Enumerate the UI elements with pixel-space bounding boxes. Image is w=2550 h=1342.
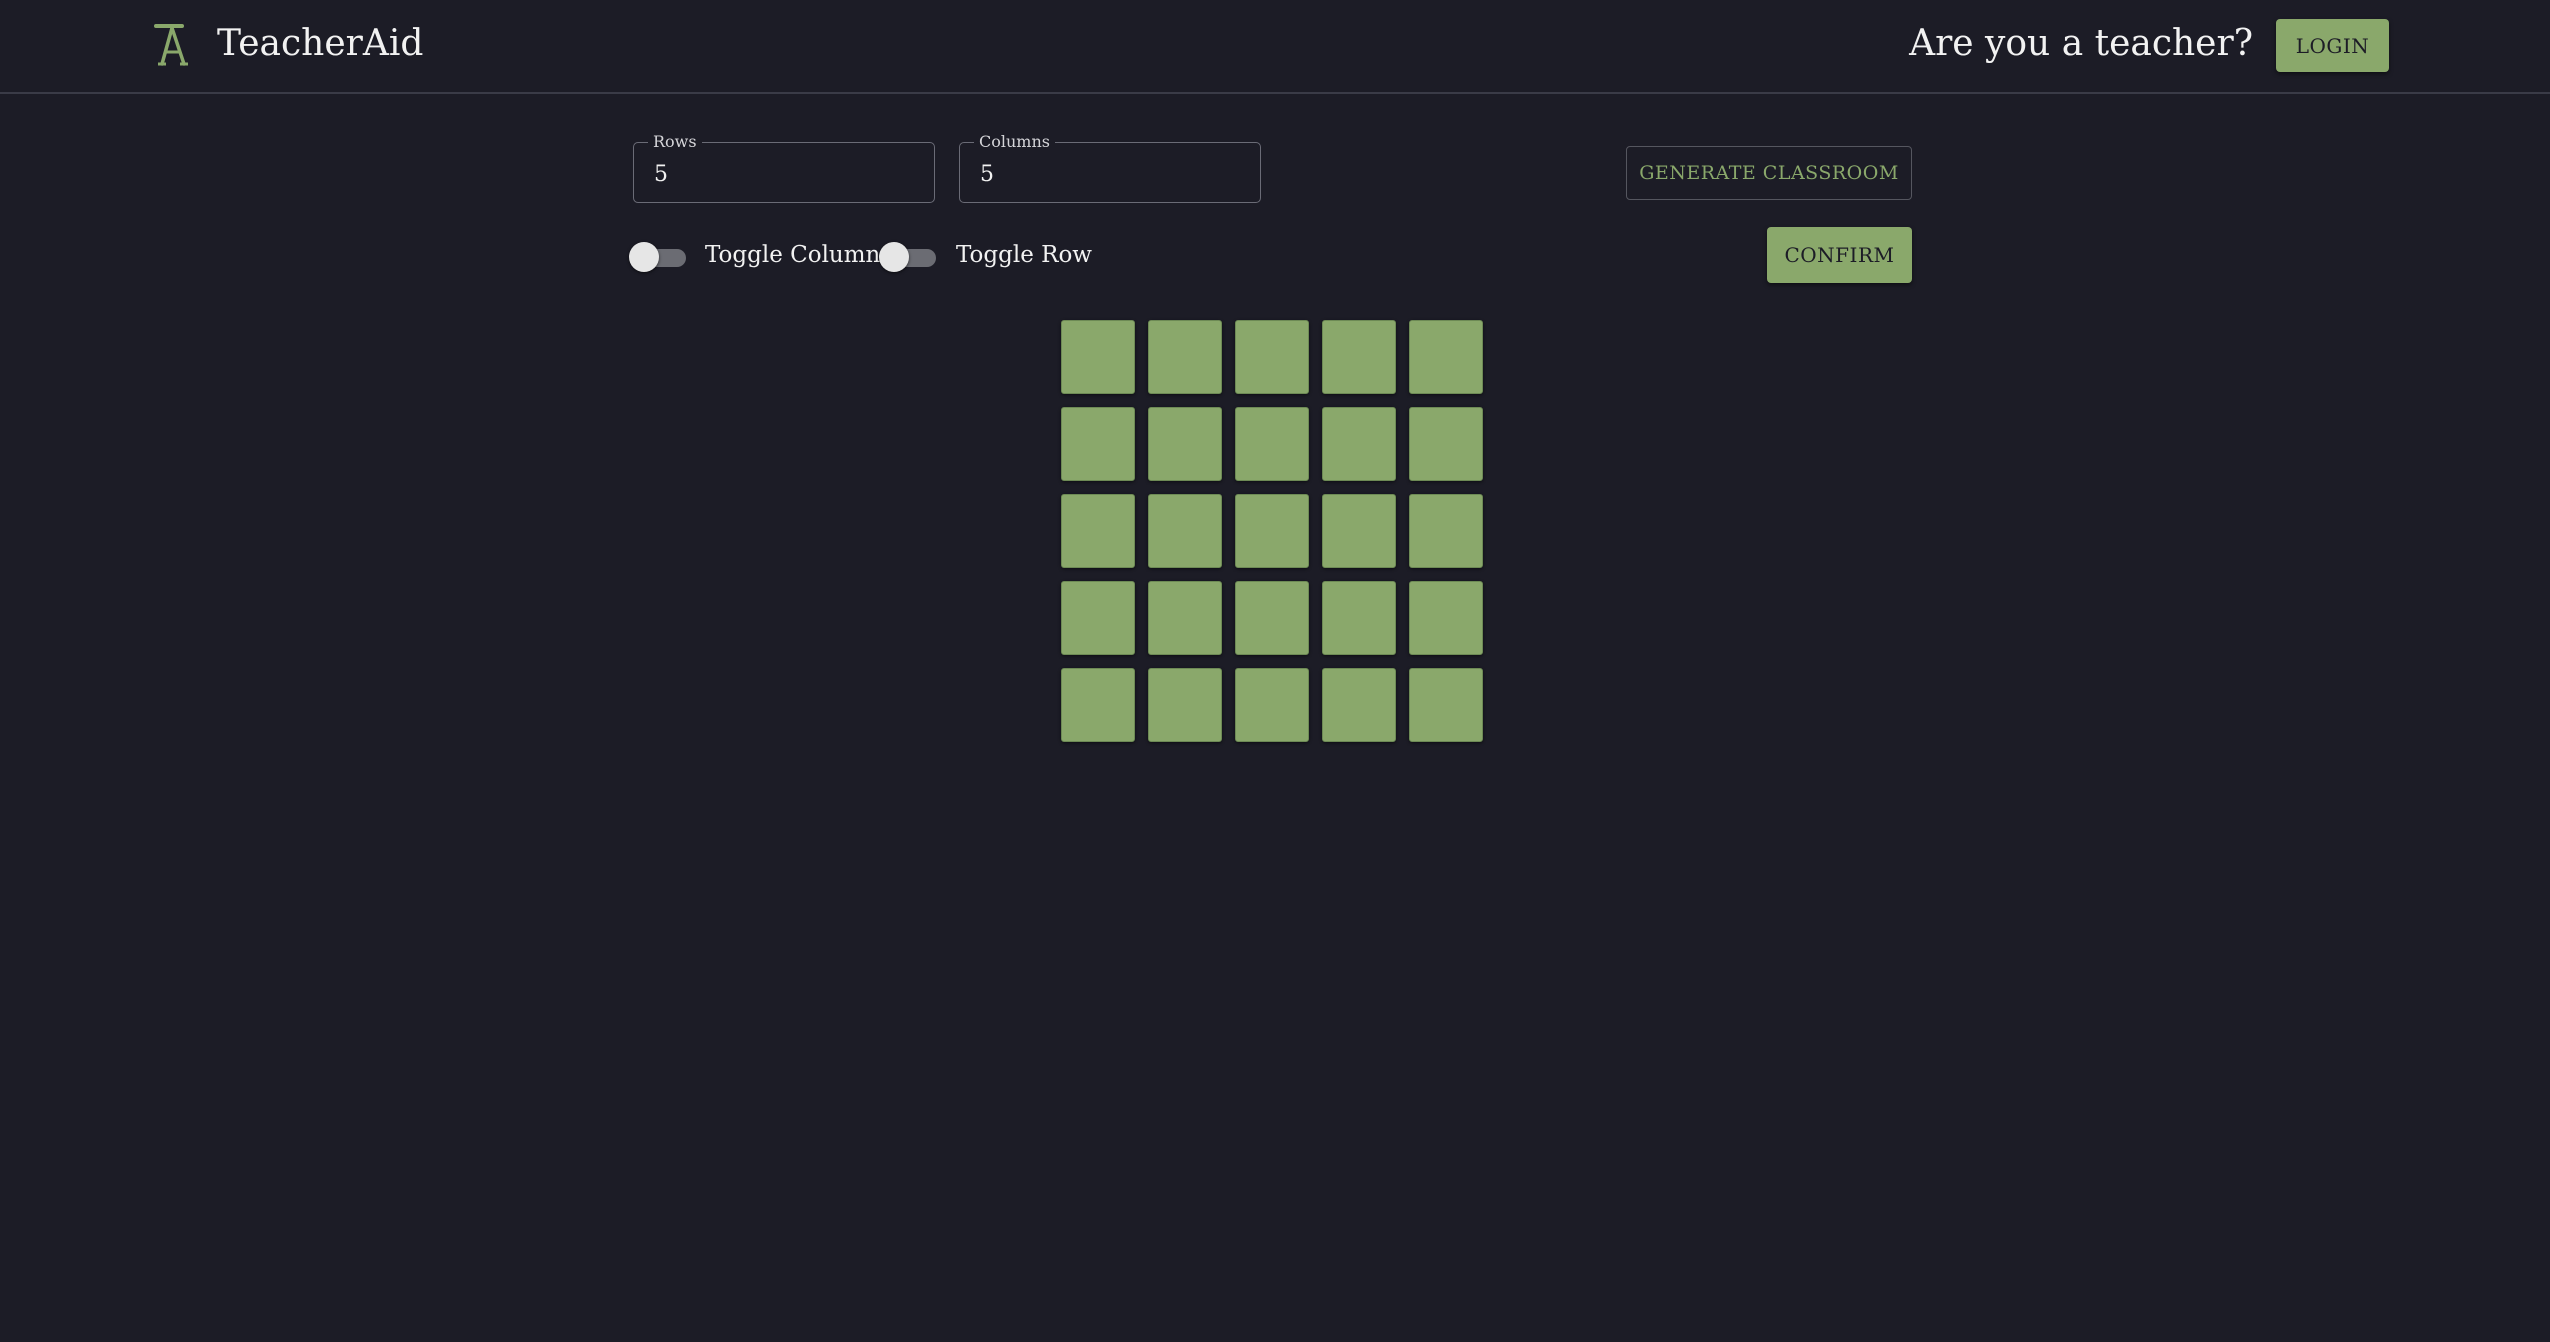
seat-cell[interactable] <box>1061 494 1135 568</box>
seat-cell[interactable] <box>1322 494 1396 568</box>
seat-cell[interactable] <box>1409 320 1483 394</box>
app-title: TeacherAid <box>217 23 424 64</box>
toggle-row-thumb <box>879 242 909 272</box>
seat-cell[interactable] <box>1322 320 1396 394</box>
rows-field: Rows <box>633 132 935 203</box>
seat-cell[interactable] <box>1409 494 1483 568</box>
login-button[interactable]: LOGIN <box>2276 19 2389 72</box>
confirm-button[interactable]: CONFIRM <box>1767 227 1912 283</box>
top-bar: TeacherAid Are you a teacher? LOGIN <box>0 0 2550 94</box>
toggle-row-label: Toggle Row <box>956 242 1092 268</box>
toggle-column-thumb <box>629 242 659 272</box>
seat-cell[interactable] <box>1235 494 1309 568</box>
teacher-prompt: Are you a teacher? <box>1909 23 2253 64</box>
seat-cell[interactable] <box>1061 581 1135 655</box>
seat-cell[interactable] <box>1061 668 1135 742</box>
seat-cell[interactable] <box>1148 320 1222 394</box>
teacheraid-logo-icon <box>154 24 188 66</box>
seat-cell[interactable] <box>1061 320 1135 394</box>
seat-cell[interactable] <box>1235 668 1309 742</box>
seat-cell[interactable] <box>1409 668 1483 742</box>
seat-cell[interactable] <box>1322 407 1396 481</box>
seat-cell[interactable] <box>1235 581 1309 655</box>
seat-cell[interactable] <box>1148 407 1222 481</box>
rows-input[interactable] <box>654 157 914 191</box>
seat-cell[interactable] <box>1061 407 1135 481</box>
seat-cell[interactable] <box>1148 494 1222 568</box>
seat-cell[interactable] <box>1409 581 1483 655</box>
classroom-seat-grid <box>1061 320 1483 742</box>
seat-cell[interactable] <box>1322 581 1396 655</box>
seat-cell[interactable] <box>1409 407 1483 481</box>
toggle-row-switch[interactable] <box>879 240 937 272</box>
columns-input[interactable] <box>980 157 1240 191</box>
toggle-column-switch[interactable] <box>629 240 687 272</box>
columns-field: Columns <box>959 132 1261 203</box>
generate-classroom-button[interactable]: GENERATE CLASSROOM <box>1626 146 1912 200</box>
seat-cell[interactable] <box>1148 668 1222 742</box>
seat-cell[interactable] <box>1235 407 1309 481</box>
rows-label: Rows <box>648 132 702 152</box>
seat-cell[interactable] <box>1148 581 1222 655</box>
seat-cell[interactable] <box>1322 668 1396 742</box>
columns-label: Columns <box>974 132 1055 152</box>
toggle-column-label: Toggle Column <box>705 242 881 268</box>
seat-cell[interactable] <box>1235 320 1309 394</box>
